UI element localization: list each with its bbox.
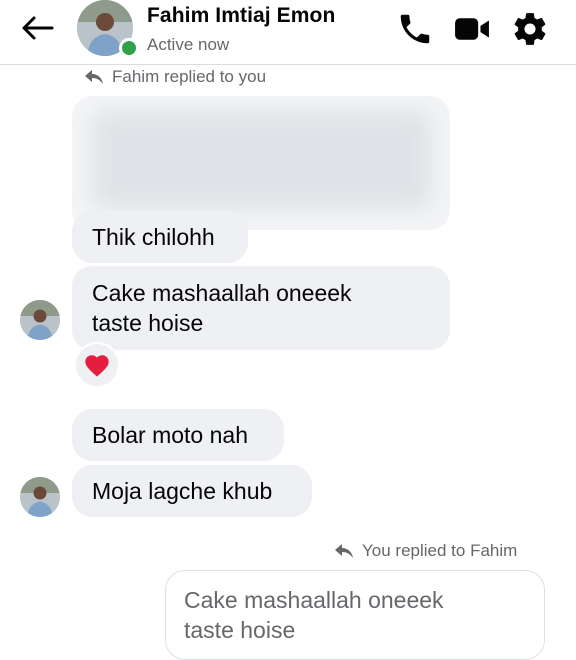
message-bubble[interactable]: Bolar moto nah xyxy=(72,409,284,461)
heart-reaction[interactable] xyxy=(74,342,120,388)
reply-indicator: Fahim replied to you xyxy=(84,67,266,87)
reply-arrow-icon xyxy=(85,70,103,84)
phone-icon[interactable] xyxy=(396,10,434,48)
quoted-message-blurred[interactable] xyxy=(72,96,450,230)
message-bubble[interactable]: Thik chilohh xyxy=(72,211,248,263)
message-bubble[interactable]: Cake mashaallah oneeek taste hoise xyxy=(72,266,450,350)
active-status-text: Active now xyxy=(147,35,230,54)
contact-name[interactable]: Fahim Imtiaj Emon xyxy=(147,4,335,28)
active-status-dot xyxy=(119,38,139,58)
sender-avatar[interactable] xyxy=(20,300,60,340)
reply-arrow-icon xyxy=(335,544,353,558)
message-bubble[interactable]: Moja lagche khub xyxy=(72,465,312,517)
heart-icon xyxy=(85,355,109,377)
sender-avatar[interactable] xyxy=(20,477,60,517)
gear-icon[interactable] xyxy=(511,10,549,48)
quoted-message-outgoing[interactable]: Cake mashaallah oneeek taste hoise xyxy=(165,570,545,660)
reply-indicator-text: Fahim replied to you xyxy=(112,67,267,86)
reply-indicator-text: You replied to Fahim xyxy=(362,541,518,560)
video-camera-icon[interactable] xyxy=(452,10,490,48)
back-arrow-icon[interactable] xyxy=(20,14,56,42)
reply-indicator: You replied to Fahim xyxy=(334,541,517,561)
chat-header: Fahim Imtiaj Emon Active now xyxy=(0,0,576,65)
